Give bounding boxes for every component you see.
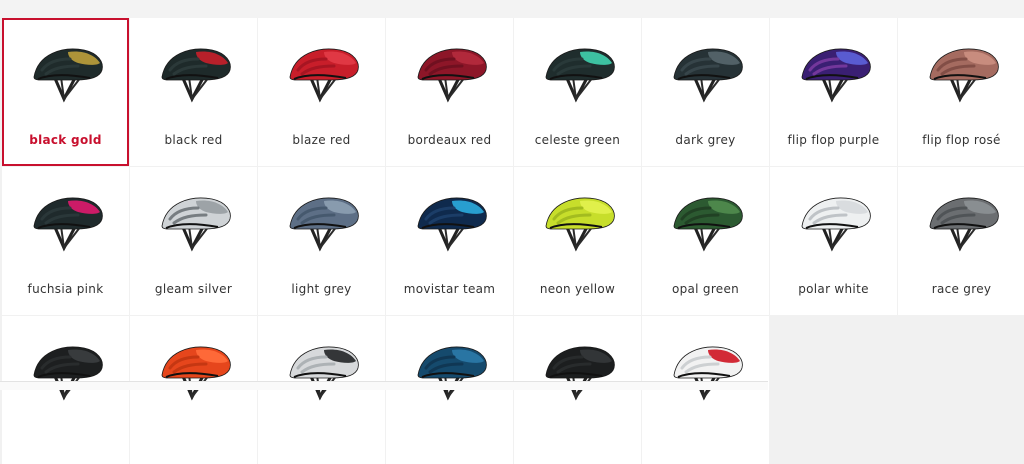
helmet-icon	[801, 197, 871, 252]
helmet-icon	[929, 197, 999, 252]
variant-label: black gold	[29, 133, 102, 147]
variant-tile[interactable]: bordeaux red	[386, 18, 513, 166]
variant-label: celeste green	[534, 133, 621, 147]
helmet-image	[408, 181, 492, 257]
variant-label: flip flop rosé	[922, 133, 1001, 147]
helmet-image	[152, 32, 236, 108]
variant-tile[interactable]: celeste green	[514, 18, 641, 166]
helmet-image	[152, 330, 236, 406]
helmet-image	[408, 32, 492, 108]
variant-tile[interactable]	[130, 316, 257, 464]
variant-tile[interactable]: fuchsia pink	[2, 167, 129, 315]
variant-tile[interactable]: light grey	[258, 167, 385, 315]
variant-label: black red	[164, 133, 223, 147]
helmet-image	[536, 181, 620, 257]
variant-label: movistar team	[403, 282, 496, 296]
helmet-image	[24, 181, 108, 257]
variant-label: blaze red	[292, 133, 351, 147]
helmet-icon	[289, 48, 359, 103]
color-variant-grid: black gold black red blaze red bordeaux red…	[2, 18, 1024, 464]
variant-label: fuchsia pink	[27, 282, 104, 296]
helmet-icon	[545, 197, 615, 252]
variant-tile[interactable]	[258, 316, 385, 464]
helmet-image	[664, 32, 748, 108]
helmet-image	[280, 32, 364, 108]
helmet-icon	[545, 48, 615, 103]
helmet-image	[792, 181, 876, 257]
helmet-image	[280, 330, 364, 406]
variant-label: race grey	[931, 282, 992, 296]
top-band	[0, 0, 1024, 18]
variant-label: dark grey	[675, 133, 736, 147]
helmet-icon	[161, 197, 231, 252]
variant-label: light grey	[291, 282, 352, 296]
helmet-icon	[33, 48, 103, 103]
helmet-image	[920, 181, 1004, 257]
helmet-image	[536, 32, 620, 108]
helmet-image	[664, 181, 748, 257]
helmet-icon	[289, 197, 359, 252]
variant-label: neon yellow	[539, 282, 616, 296]
variant-tile[interactable]: neon yellow	[514, 167, 641, 315]
helmet-icon	[161, 48, 231, 103]
helmet-icon	[417, 48, 487, 103]
helmet-image	[792, 32, 876, 108]
variant-label: gleam silver	[154, 282, 233, 296]
variant-label: opal green	[671, 282, 740, 296]
helmet-image	[920, 32, 1004, 108]
variant-tile[interactable]: polar white	[770, 167, 897, 315]
variant-tile[interactable]: opal green	[642, 167, 769, 315]
variant-tile[interactable]: race grey	[898, 167, 1024, 315]
helmet-image	[24, 330, 108, 406]
variant-tile[interactable]: movistar team	[386, 167, 513, 315]
variant-tile[interactable]: dark grey	[642, 18, 769, 166]
helmet-icon	[801, 48, 871, 103]
helmet-image	[536, 330, 620, 406]
helmet-icon	[289, 346, 359, 401]
helmet-image	[280, 181, 364, 257]
helmet-image	[152, 181, 236, 257]
helmet-icon	[673, 346, 743, 401]
variant-tile[interactable]: black gold	[2, 18, 129, 166]
helmet-icon	[673, 48, 743, 103]
variant-tile[interactable]: black red	[130, 18, 257, 166]
helmet-icon	[33, 197, 103, 252]
variant-tile[interactable]	[642, 316, 769, 464]
helmet-icon	[417, 346, 487, 401]
variant-label: polar white	[798, 282, 869, 296]
helmet-image	[664, 330, 748, 406]
helmet-icon	[417, 197, 487, 252]
variant-tile[interactable]: gleam silver	[130, 167, 257, 315]
helmet-image	[24, 32, 108, 108]
helmet-icon	[545, 346, 615, 401]
helmet-icon	[161, 346, 231, 401]
variant-tile[interactable]: flip flop rosé	[898, 18, 1024, 166]
variant-tile[interactable]: flip flop purple	[770, 18, 897, 166]
variant-tile[interactable]	[386, 316, 513, 464]
variant-tile[interactable]	[514, 316, 641, 464]
helmet-icon	[673, 197, 743, 252]
variant-tile[interactable]	[2, 316, 129, 464]
helmet-icon	[33, 346, 103, 401]
helmet-icon	[929, 48, 999, 103]
variant-tile[interactable]: blaze red	[258, 18, 385, 166]
variant-label: flip flop purple	[787, 133, 880, 147]
variant-label: bordeaux red	[407, 133, 492, 147]
helmet-image	[408, 330, 492, 406]
